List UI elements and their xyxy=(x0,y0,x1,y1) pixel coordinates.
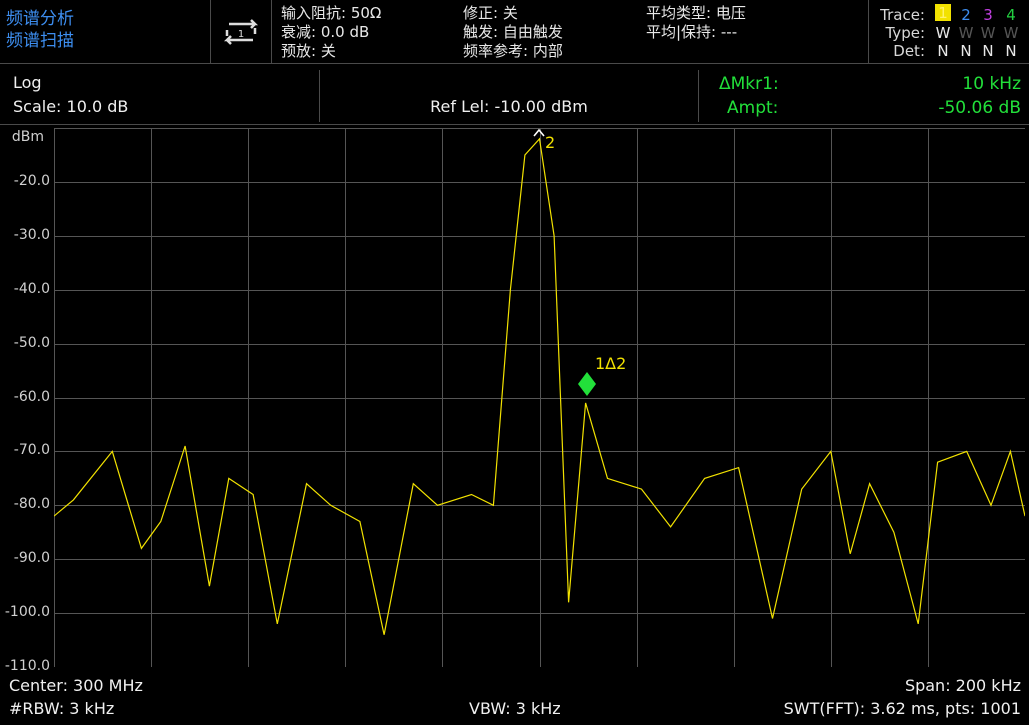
spectrum-plot[interactable]: 2 1Δ2 xyxy=(54,128,1025,667)
preamp-text: 预放: 关 xyxy=(281,42,336,60)
det-label: Det: xyxy=(893,42,925,60)
delta-marker-diamond-icon xyxy=(578,372,596,396)
ref-level-text[interactable]: Ref Lel: -10.00 dBm xyxy=(320,96,698,118)
y-axis-tick-label: -70.0 xyxy=(13,442,50,459)
plot-grid xyxy=(54,128,1025,667)
trace-panel[interactable]: Trace: Type: Det: 1 2 3 4 W W W W N N N … xyxy=(868,0,1029,63)
attenuation-text: 衰减: 0.0 dB xyxy=(281,23,370,41)
delta-marker-label: ΔMkr1: xyxy=(719,74,779,94)
ampt-value: -50.06 dB xyxy=(938,98,1021,118)
svg-text:1: 1 xyxy=(238,29,244,40)
y-axis-tick-label: -90.0 xyxy=(13,550,50,567)
trace-1-det: N xyxy=(937,42,949,60)
span-text[interactable]: Span: 200 kHz xyxy=(905,676,1021,696)
y-axis-tick-label: -110.0 xyxy=(4,658,50,674)
trace-1-type: W xyxy=(935,24,951,42)
mode-indicator[interactable]: 频谱分析 频谱扫描 xyxy=(0,0,211,63)
sweep-time-text[interactable]: SWT(FFT): 3.62 ms, pts: 1001 xyxy=(784,699,1021,719)
avg-hold-text: 平均|保持: --- xyxy=(646,23,738,41)
single-sweep-icon: 1 xyxy=(223,18,259,45)
trace-4-type: W xyxy=(1003,24,1019,42)
sweep-mode-button[interactable]: 1 xyxy=(211,0,272,63)
y-axis-tick-label: -50.0 xyxy=(13,334,50,351)
trace-4-number[interactable]: 4 xyxy=(1003,6,1019,24)
delta-marker-tag: 1Δ2 xyxy=(595,354,626,373)
trace-2-number[interactable]: 2 xyxy=(958,6,974,24)
y-axis-tick-label: -100.0 xyxy=(4,604,50,621)
ampt-label: Ampt: xyxy=(727,98,779,118)
trace-label: Trace: xyxy=(880,6,925,24)
y-axis-tick-label: -30.0 xyxy=(13,226,50,243)
trace-3-det: N xyxy=(982,42,994,60)
ref-marker-label: 2 xyxy=(545,133,555,152)
rbw-text[interactable]: #RBW: 3 kHz xyxy=(9,699,114,719)
y-axis-unit: dBm xyxy=(11,129,44,145)
trace-1-number-text: 1 xyxy=(938,4,948,22)
input-impedance-text: 输入阻抗: 50Ω xyxy=(281,4,382,22)
mode-line-2: 频谱扫描 xyxy=(6,31,74,51)
delta-marker-value: 10 kHz xyxy=(962,74,1021,94)
vbw-text[interactable]: VBW: 3 kHz xyxy=(469,699,561,719)
correction-text: 修正: 关 xyxy=(463,4,518,22)
center-freq-text[interactable]: Center: 300 MHz xyxy=(9,676,143,696)
divider xyxy=(698,70,699,122)
trace-1-line xyxy=(54,137,1025,635)
status-col-1: 输入阻抗: 50Ω 衰减: 0.0 dB 预放: 关 xyxy=(281,4,381,61)
status-col-3: 平均类型: 电压 平均|保持: --- xyxy=(646,4,746,42)
type-label: Type: xyxy=(885,24,925,42)
trace-2-det: N xyxy=(960,42,972,60)
y-axis-tick-label: -80.0 xyxy=(13,496,50,513)
y-axis-tick-label: -20.0 xyxy=(13,172,50,189)
trace-3-type: W xyxy=(980,24,996,42)
freq-ref-text: 频率参考: 内部 xyxy=(463,42,563,60)
status-col-2: 修正: 关 触发: 自由触发 频率参考: 内部 xyxy=(463,4,563,61)
y-axis-tick-label: -60.0 xyxy=(13,388,50,405)
trace-2-type: W xyxy=(958,24,974,42)
ref-marker-caret-icon xyxy=(533,128,545,137)
trace-4-det: N xyxy=(1005,42,1017,60)
mode-line-1: 频谱分析 xyxy=(6,9,74,29)
trigger-text: 触发: 自由触发 xyxy=(463,23,563,41)
trace-3-number[interactable]: 3 xyxy=(980,6,996,24)
trace-1-number[interactable]: 1 xyxy=(935,4,951,22)
scale-value-text[interactable]: Scale: 10.0 dB xyxy=(13,96,128,118)
avg-type-text: 平均类型: 电压 xyxy=(646,4,746,22)
y-axis-tick-label: -40.0 xyxy=(13,280,50,297)
scale-mode-text[interactable]: Log xyxy=(13,72,42,94)
delta-marker-1[interactable]: 1Δ2 xyxy=(578,354,626,396)
